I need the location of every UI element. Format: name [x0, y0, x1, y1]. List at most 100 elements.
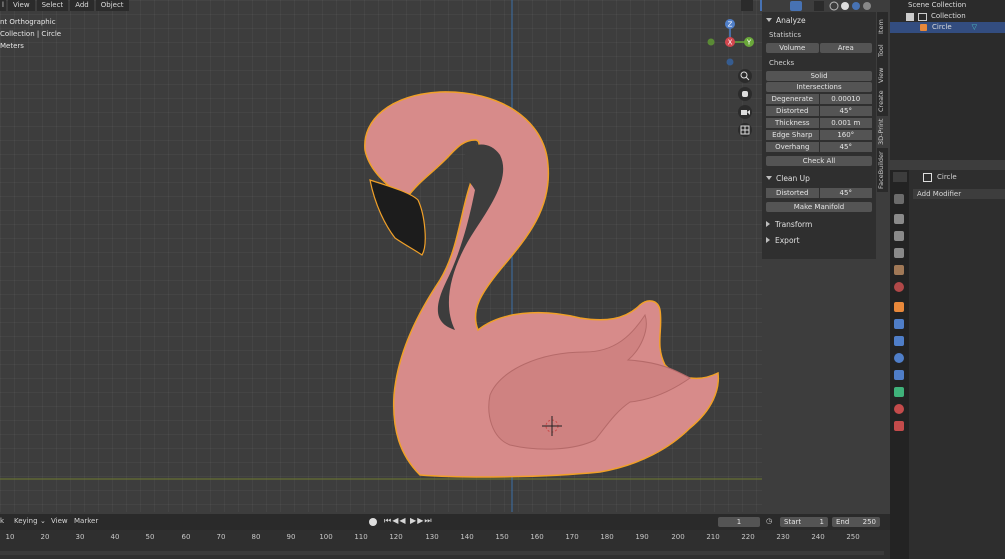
checkbox-icon[interactable]	[906, 12, 914, 21]
outliner-scene-collection[interactable]: Scene Collection	[890, 0, 1005, 11]
ruler-tick: 190	[635, 533, 649, 541]
ruler-tick: 20	[40, 533, 50, 541]
viewport-scene: Z Y X	[0, 0, 762, 512]
tab-facebuilder[interactable]: FaceBuilder	[877, 150, 888, 190]
ruler-tick: 120	[389, 533, 403, 541]
camera-icon[interactable]	[738, 105, 752, 119]
make-manifold-button[interactable]: Make Manifold	[766, 202, 872, 212]
physics-tab-icon[interactable]	[894, 353, 904, 363]
timeline-view-menu[interactable]: View	[51, 517, 68, 525]
material-tab-icon[interactable]	[894, 404, 904, 414]
ruler-tick: 50	[145, 533, 155, 541]
constraints-tab-icon[interactable]	[894, 370, 904, 380]
outliner: Scene Collection Collection Circle ▽	[890, 0, 1005, 160]
transform-panel-header[interactable]: Transform	[762, 216, 876, 232]
stopwatch-icon[interactable]: ◷	[766, 517, 772, 525]
tab-create[interactable]: Create	[877, 88, 888, 114]
xray-icon[interactable]	[814, 1, 824, 11]
tool-tab-icon[interactable]	[894, 194, 904, 204]
outliner-object-circle[interactable]: Circle ▽	[890, 22, 1005, 33]
cleanup-distorted-button[interactable]: Distorted	[766, 188, 819, 198]
distorted-button[interactable]: Distorted	[766, 106, 819, 116]
ruler-tick: 210	[706, 533, 720, 541]
tab-view[interactable]: View	[877, 64, 888, 86]
world-tab-icon[interactable]	[894, 282, 904, 292]
degenerate-value[interactable]: 0.00010	[819, 94, 872, 104]
tab-3d-print[interactable]: 3D-Print	[877, 116, 888, 148]
solid-shading-icon[interactable]	[841, 2, 849, 10]
scene-tab-icon[interactable]	[894, 265, 904, 275]
check-all-button[interactable]: Check All	[766, 156, 872, 166]
particles-tab-icon[interactable]	[894, 336, 904, 346]
timeline-ruler[interactable]: 10 20 30 40 50 60 70 80 90 100 110 120 1…	[0, 530, 890, 559]
expand-triangle-icon	[766, 221, 770, 227]
3d-viewport[interactable]: l View Select Add Object nt Orthographic…	[0, 0, 762, 512]
properties-tabs	[890, 170, 909, 559]
editor-type-icon[interactable]	[893, 172, 907, 182]
ruler-tick: 230	[776, 533, 790, 541]
area-button[interactable]: Area	[819, 43, 872, 53]
overhang-value[interactable]: 45°	[819, 142, 872, 152]
texture-tab-icon[interactable]	[894, 421, 904, 431]
navigation-gizmo[interactable]: Z Y X	[707, 19, 755, 66]
sidebar-tabs: Item Tool View Create 3D-Print FaceBuild…	[877, 12, 888, 192]
timeline-scrollbar[interactable]	[0, 551, 884, 555]
svg-text:X: X	[728, 39, 733, 47]
distorted-value[interactable]: 45°	[819, 106, 872, 116]
ruler-tick: 160	[530, 533, 544, 541]
object-name-field[interactable]: Circle	[923, 172, 957, 182]
start-frame-field[interactable]: Start 1	[780, 517, 828, 527]
scene-collection-label: Scene Collection	[908, 1, 967, 9]
object-tab-icon[interactable]	[894, 302, 904, 312]
degenerate-button[interactable]: Degenerate	[766, 94, 819, 104]
solid-button[interactable]: Solid	[766, 71, 872, 81]
ruler-tick: 220	[741, 533, 755, 541]
rendered-shading-icon[interactable]	[863, 2, 871, 10]
tab-tool[interactable]: Tool	[877, 40, 888, 62]
analyze-panel-header[interactable]: Analyze	[762, 12, 876, 28]
ruler-tick: 110	[354, 533, 368, 541]
export-panel-header[interactable]: Export	[762, 232, 876, 248]
render-tab-icon[interactable]	[894, 214, 904, 224]
tab-item[interactable]: Item	[877, 16, 888, 38]
view-layer-tab-icon[interactable]	[894, 248, 904, 258]
properties-editor: Circle Add Modifier	[893, 170, 1005, 559]
flamingo-model[interactable]	[364, 91, 720, 478]
cleanup-panel-header[interactable]: Clean Up	[762, 170, 876, 186]
modifier-tab-icon[interactable]	[894, 319, 904, 329]
overlay-toggle-icon[interactable]	[790, 1, 802, 11]
material-shading-icon[interactable]	[852, 2, 860, 10]
intersections-button[interactable]: Intersections	[766, 82, 872, 92]
marker-menu[interactable]: Marker	[74, 517, 98, 525]
cleanup-distorted: Distorted 45°	[766, 188, 872, 198]
add-modifier-button[interactable]: Add Modifier	[913, 189, 1005, 199]
degenerate-check: Degenerate 0.00010	[766, 94, 872, 104]
playback-controls-icon[interactable]: ⏮◀◀ ▶▶⏭	[384, 516, 433, 526]
cleanup-distorted-value[interactable]: 45°	[819, 188, 872, 198]
thickness-button[interactable]: Thickness	[766, 118, 819, 128]
edge-sharp-value[interactable]: 160°	[819, 130, 872, 140]
end-frame-field[interactable]: End 250	[832, 517, 880, 527]
outliner-collection[interactable]: Collection	[890, 11, 1005, 22]
collapse-triangle-icon	[766, 176, 772, 180]
keying-menu[interactable]: Keying	[14, 517, 38, 525]
mesh-object-icon	[920, 24, 927, 31]
record-icon[interactable]	[369, 518, 377, 526]
view-object-types-icon[interactable]	[741, 0, 753, 11]
cleanup-title: Clean Up	[776, 173, 810, 183]
thickness-value[interactable]: 0.001 m	[819, 118, 872, 128]
chevron-down-icon: ⌄	[40, 517, 46, 525]
output-tab-icon[interactable]	[894, 231, 904, 241]
timeline-menu-prefix[interactable]: k	[0, 517, 4, 525]
grid-toggle-icon[interactable]	[738, 123, 752, 137]
ruler-tick: 70	[216, 533, 226, 541]
overhang-button[interactable]: Overhang	[766, 142, 819, 152]
current-frame-field[interactable]: 1	[718, 517, 760, 527]
edge-sharp-button[interactable]: Edge Sharp	[766, 130, 819, 140]
transform-title: Transform	[775, 219, 813, 229]
pan-hand-icon[interactable]	[738, 87, 752, 101]
statistics-label: Statistics	[769, 31, 801, 39]
volume-button[interactable]: Volume	[766, 43, 819, 53]
object-data-tab-icon[interactable]	[894, 387, 904, 397]
zoom-icon[interactable]	[738, 69, 752, 83]
